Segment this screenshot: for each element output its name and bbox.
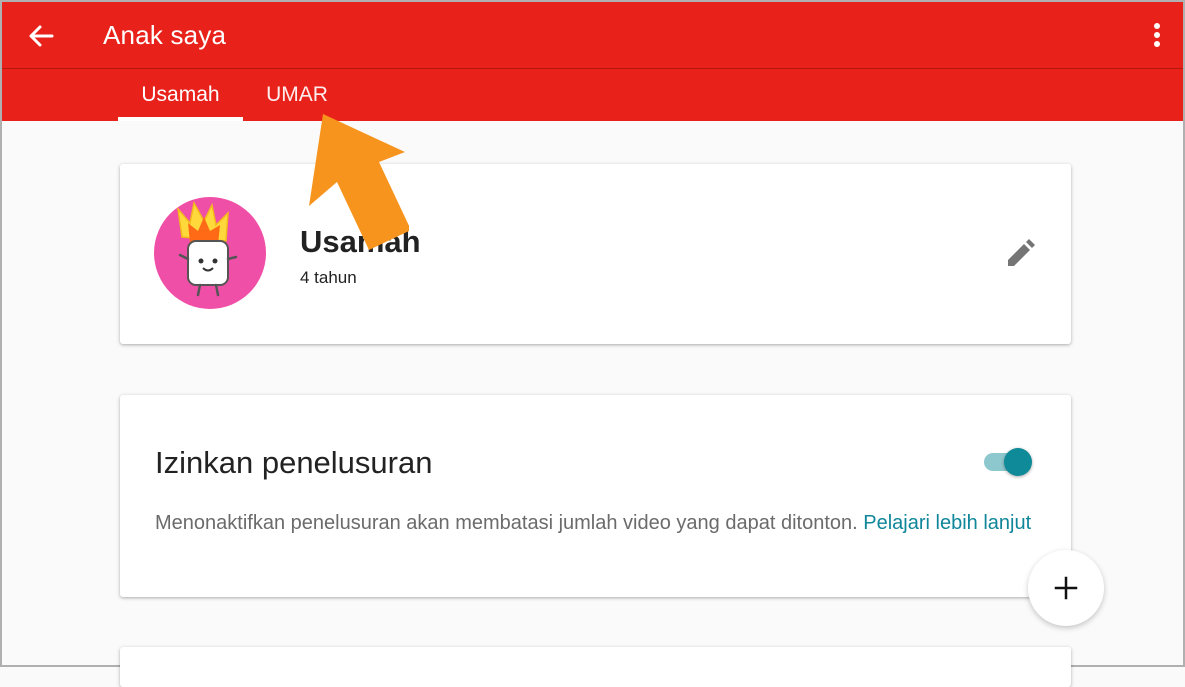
app-bar: Anak saya — [2, 2, 1183, 69]
child-name: Usamah — [300, 224, 421, 259]
allow-search-toggle[interactable] — [984, 445, 1034, 477]
allow-search-title: Izinkan penelusuran — [155, 445, 433, 480]
toggle-thumb — [1004, 448, 1032, 476]
child-age: 4 tahun — [300, 268, 357, 287]
more-vert-icon[interactable] — [1143, 18, 1171, 52]
page-title: Anak saya — [103, 20, 227, 50]
learn-more-link[interactable]: Pelajari lebih lanjut — [863, 512, 1031, 534]
allow-search-card: Izinkan penelusuran Menonaktifkan penelu… — [120, 395, 1071, 597]
add-button[interactable] — [1028, 550, 1104, 626]
allow-search-description: Menonaktifkan penelusuran akan membatasi… — [155, 510, 1035, 536]
selected-tab-indicator — [118, 117, 243, 121]
plus-icon — [1054, 576, 1078, 600]
next-card — [120, 647, 1071, 687]
pencil-icon[interactable] — [1003, 237, 1037, 271]
tab-usamah[interactable]: Usamah — [118, 69, 243, 121]
tab-umar[interactable]: UMAR — [247, 69, 347, 121]
profile-card: Usamah 4 tahun — [120, 164, 1071, 344]
description-text: Menonaktifkan penelusuran akan membatasi… — [155, 512, 858, 534]
flaming-marshmallow-avatar-icon — [154, 197, 266, 309]
tab-bar: Usamah UMAR — [2, 69, 1183, 121]
arrow-back-icon[interactable] — [26, 21, 56, 51]
